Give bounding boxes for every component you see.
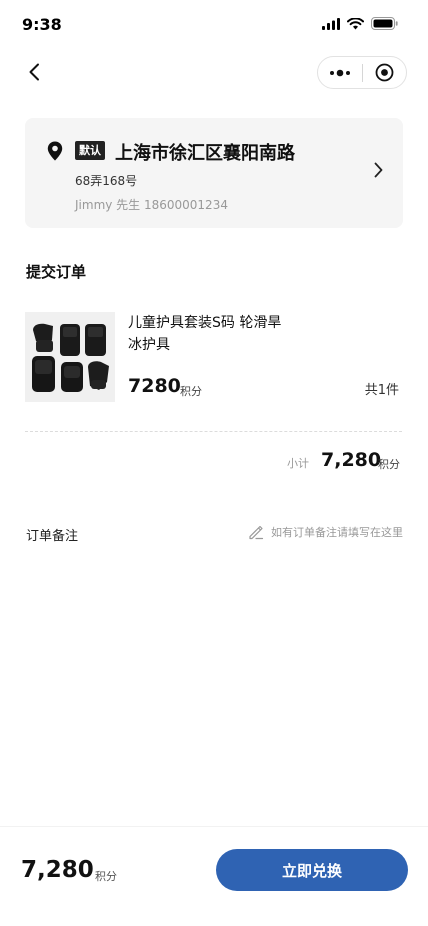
mini-program-capsule: [317, 56, 407, 89]
back-button[interactable]: [20, 58, 48, 86]
total-points-unit: 积分: [95, 870, 117, 883]
wifi-icon: [347, 17, 364, 29]
product-price: 7280: [128, 375, 181, 397]
location-pin-icon: [47, 141, 63, 161]
knee-pads-image: [25, 312, 115, 402]
address-contact: Jimmy 先生 18600001234: [75, 198, 228, 212]
status-time: 9:38: [22, 15, 62, 34]
product-name: 儿童护具套装S码 轮滑旱冰护具: [128, 315, 282, 353]
address-main: 上海市徐汇区襄阳南路: [115, 143, 295, 164]
subtotal-label: 小计: [287, 457, 309, 470]
section-title: 提交订单: [26, 263, 87, 281]
address-detail: 68弄168号: [75, 174, 138, 188]
bottom-bar: 7,280 积分 立即兑换: [0, 826, 428, 926]
signal-icon: [322, 17, 340, 30]
subtotal-value: 7,280: [321, 449, 382, 471]
nav-bar: [0, 50, 428, 96]
pencil-icon: [249, 525, 264, 540]
target-close-icon: [375, 63, 394, 82]
remark-placeholder: 如有订单备注请填写在这里: [271, 526, 403, 539]
exchange-button[interactable]: 立即兑换: [216, 849, 408, 891]
chevron-left-icon: [29, 63, 39, 81]
product-item: 儿童护具套装S码 轮滑旱冰护具 7280 积分 共1件: [25, 312, 403, 404]
remark-input[interactable]: 如有订单备注请填写在这里: [248, 524, 403, 540]
dashed-divider: [25, 431, 402, 432]
default-badge: 默认: [75, 141, 105, 160]
status-icons: [322, 17, 398, 30]
close-mini-program-button[interactable]: [363, 57, 406, 88]
remark-label: 订单备注: [26, 529, 79, 544]
address-card[interactable]: 默认 上海市徐汇区襄阳南路 68弄168号 Jimmy 先生 186000012…: [25, 118, 403, 228]
total-points: 7,280: [21, 857, 94, 883]
more-dots-icon: [330, 69, 350, 76]
subtotal-unit: 积分: [378, 458, 400, 471]
status-bar: 9:38: [0, 0, 428, 48]
chevron-right-icon: [374, 162, 383, 178]
battery-icon: [371, 17, 398, 30]
product-price-unit: 积分: [180, 385, 202, 398]
product-quantity: 共1件: [364, 383, 399, 398]
product-image: [25, 312, 115, 402]
more-button[interactable]: [318, 57, 362, 88]
